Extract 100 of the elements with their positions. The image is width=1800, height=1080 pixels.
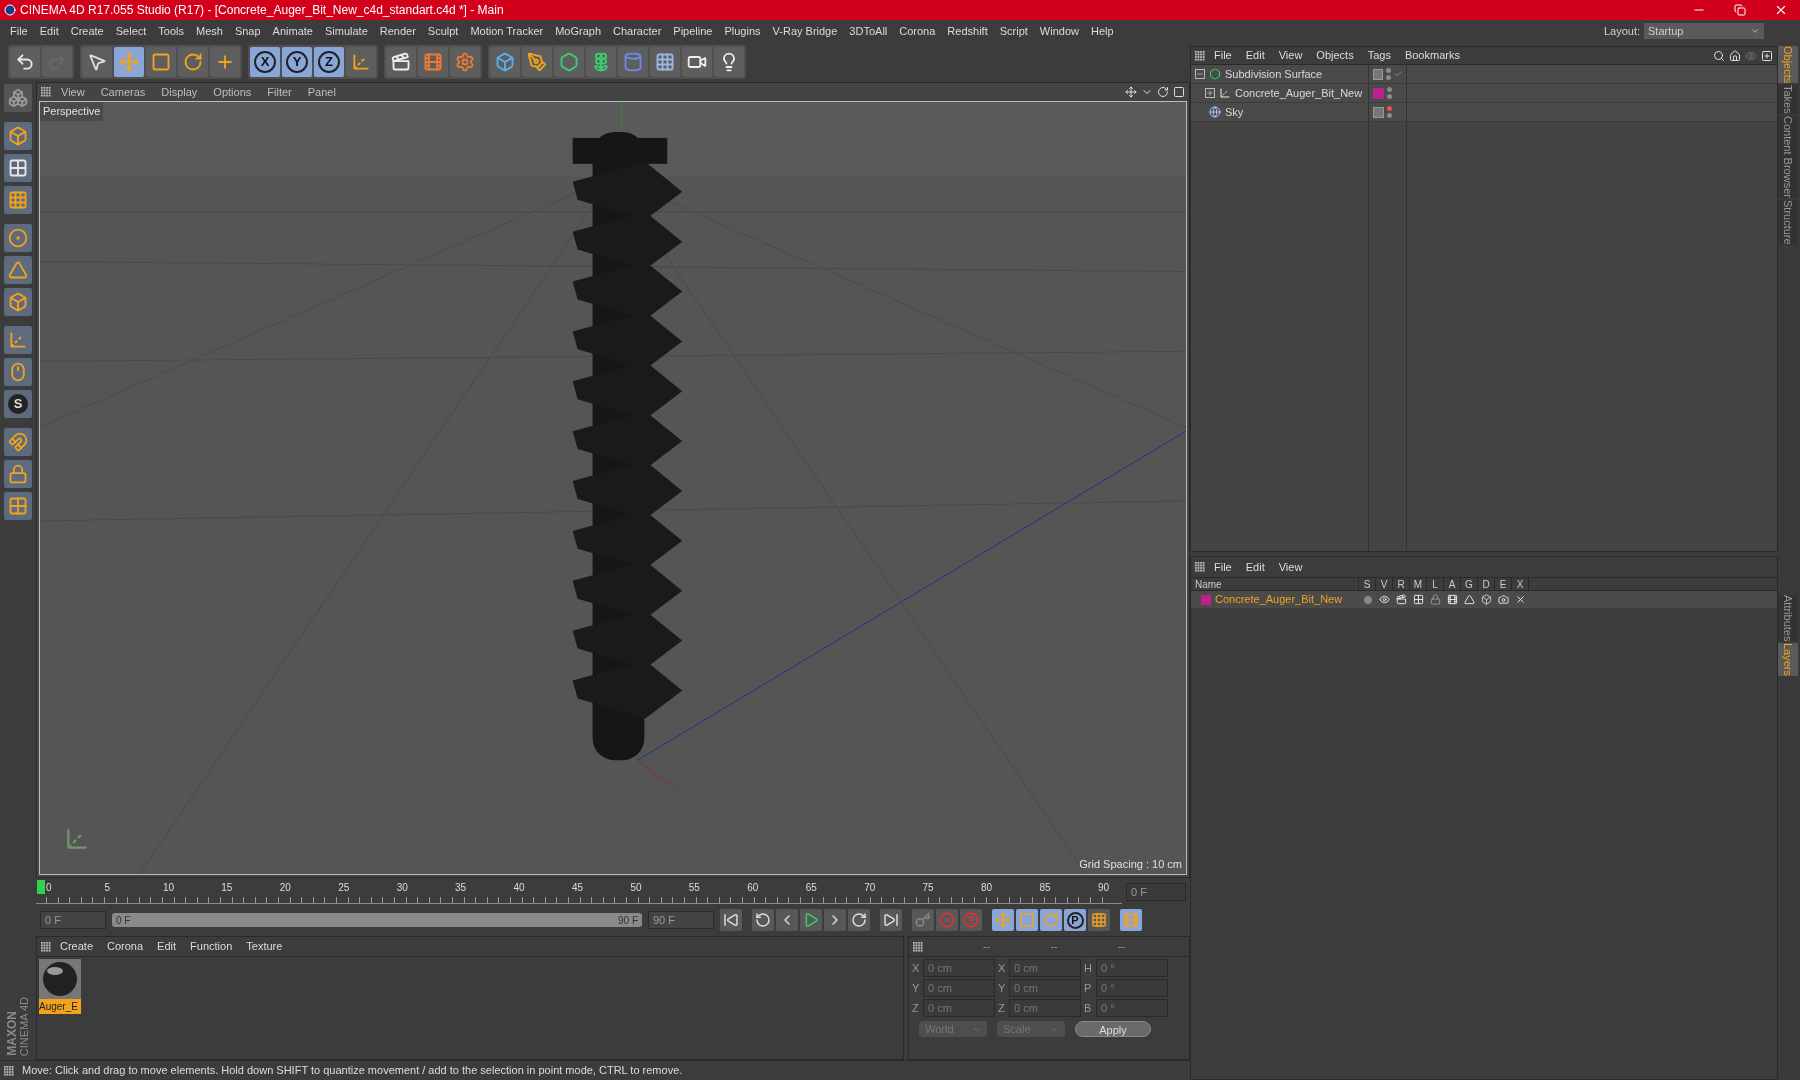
menu-item[interactable]: Corona — [102, 938, 149, 955]
menu-item[interactable]: Edit — [33, 22, 65, 40]
menu-item[interactable]: MoGraph — [549, 22, 608, 40]
transport-button[interactable] — [880, 909, 902, 931]
side-tab[interactable]: Content Browser — [1778, 116, 1798, 198]
menu-item[interactable]: Render — [373, 22, 422, 40]
menu-item[interactable]: Redshift — [941, 22, 994, 40]
menu-item[interactable]: View — [55, 83, 91, 101]
tool-button[interactable] — [714, 47, 744, 77]
menu-item[interactable]: Function — [185, 938, 238, 955]
object-row[interactable]: Concrete_Auger_Bit_New — [1191, 84, 1777, 103]
camera-icon[interactable] — [1498, 594, 1509, 605]
side-tab[interactable]: Structure — [1778, 200, 1798, 245]
object-row[interactable]: Sky — [1191, 103, 1777, 122]
lock-icon[interactable] — [1430, 594, 1441, 605]
tool-button[interactable] — [650, 47, 680, 77]
tool-button[interactable] — [4, 256, 32, 284]
side-tab[interactable]: Takes — [1778, 85, 1798, 115]
material-label[interactable]: Auger_E — [39, 999, 81, 1014]
tool-button[interactable]: Y — [282, 47, 312, 77]
tool-button[interactable] — [4, 122, 32, 150]
menu-item[interactable]: Simulate — [318, 22, 374, 40]
menu-item[interactable]: Motion Tracker — [464, 22, 550, 40]
menu-item[interactable]: View — [1273, 558, 1308, 576]
tool-button[interactable] — [4, 84, 32, 112]
menu-item[interactable]: Pipeline — [667, 22, 719, 40]
tool-button[interactable] — [450, 47, 480, 77]
layer-color-swatch[interactable] — [1201, 594, 1211, 605]
cube-icon[interactable] — [1481, 594, 1492, 605]
menu-item[interactable]: Script — [993, 22, 1034, 40]
search-icon[interactable] — [1713, 49, 1725, 62]
layer-row[interactable]: Concrete_Auger_Bit_New — [1191, 591, 1777, 608]
tool-button[interactable] — [10, 47, 40, 77]
menu-item[interactable]: Display — [155, 83, 204, 101]
tool-button[interactable] — [586, 47, 616, 77]
menu-item[interactable]: Window — [1033, 22, 1085, 40]
check-icon[interactable] — [1393, 69, 1402, 79]
transport-button[interactable] — [1088, 909, 1110, 931]
tool-button[interactable] — [490, 47, 520, 77]
menu-item[interactable]: Objects — [1311, 47, 1359, 64]
new-window-icon[interactable] — [1761, 49, 1773, 62]
triangle-icon[interactable] — [1464, 594, 1475, 605]
menu-item[interactable]: Create — [64, 22, 110, 40]
menu-item[interactable]: Options — [207, 83, 258, 101]
collapse-icon[interactable] — [1195, 69, 1205, 79]
menu-item[interactable]: Corona — [893, 22, 942, 40]
clapperboard-icon[interactable] — [1396, 594, 1407, 605]
menu-item[interactable]: File — [1209, 558, 1237, 576]
menu-item[interactable]: File — [4, 22, 34, 40]
tool-button[interactable] — [4, 326, 32, 354]
eye-icon[interactable] — [1379, 594, 1390, 605]
menu-item[interactable]: Bookmarks — [1399, 47, 1465, 64]
frame-field[interactable]: 0 F — [40, 911, 106, 929]
tool-button[interactable] — [82, 47, 112, 77]
move-icon[interactable] — [1125, 86, 1137, 98]
menu-item[interactable]: Texture — [241, 938, 288, 955]
layer-swatch[interactable] — [1373, 87, 1384, 99]
menu-item[interactable]: Character — [607, 22, 668, 40]
menu-item[interactable]: Sculpt — [421, 22, 465, 40]
transport-button[interactable] — [776, 909, 798, 931]
menu-item[interactable]: V-Ray Bridge — [766, 22, 844, 40]
menu-item[interactable]: Tools — [152, 22, 190, 40]
tool-button[interactable] — [146, 47, 176, 77]
menu-item[interactable]: Tags — [1362, 47, 1396, 64]
menu-item[interactable]: Mesh — [190, 22, 229, 40]
tool-button[interactable] — [4, 186, 32, 214]
frame-field[interactable]: 0 F — [1126, 883, 1186, 901]
tool-button[interactable]: S — [4, 390, 32, 418]
menu-item[interactable]: Help — [1084, 22, 1120, 40]
menu-item[interactable]: Animate — [266, 22, 319, 40]
tool-button[interactable]: Z — [314, 47, 344, 77]
menu-item[interactable]: 3DToAll — [843, 22, 894, 40]
tool-button[interactable] — [4, 358, 32, 386]
transport-button[interactable] — [848, 909, 870, 931]
tool-button[interactable] — [554, 47, 584, 77]
home-icon[interactable] — [1729, 49, 1741, 62]
menu-item[interactable]: View — [1273, 47, 1308, 64]
menu-item[interactable]: Edit — [1240, 558, 1270, 576]
menu-item[interactable]: Filter — [261, 83, 298, 101]
tool-button[interactable] — [4, 154, 32, 182]
transport-button[interactable] — [824, 909, 846, 931]
tool-button[interactable] — [346, 47, 376, 77]
side-tab[interactable]: Attributes — [1778, 594, 1798, 642]
tool-button[interactable] — [210, 47, 240, 77]
tool-button[interactable] — [682, 47, 712, 77]
cross-icon[interactable] — [1515, 594, 1526, 605]
menu-item[interactable]: Cameras — [94, 83, 152, 101]
object-row[interactable]: Subdivision Surface — [1191, 65, 1777, 84]
rotate-icon[interactable] — [1157, 86, 1169, 98]
expand-icon[interactable] — [1205, 88, 1215, 98]
tool-button[interactable] — [418, 47, 448, 77]
menu-item[interactable]: Snap — [228, 22, 267, 40]
range-slider[interactable]: 0 F 90 F — [112, 913, 642, 927]
transport-button[interactable] — [800, 909, 822, 931]
transport-button[interactable] — [720, 909, 742, 931]
menu-item[interactable]: Panel — [301, 83, 342, 101]
tool-button[interactable] — [4, 492, 32, 520]
frame-field[interactable]: 90 F — [648, 911, 714, 929]
apply-button[interactable]: Apply — [1075, 1021, 1151, 1037]
restore-icon[interactable] — [1734, 4, 1746, 16]
